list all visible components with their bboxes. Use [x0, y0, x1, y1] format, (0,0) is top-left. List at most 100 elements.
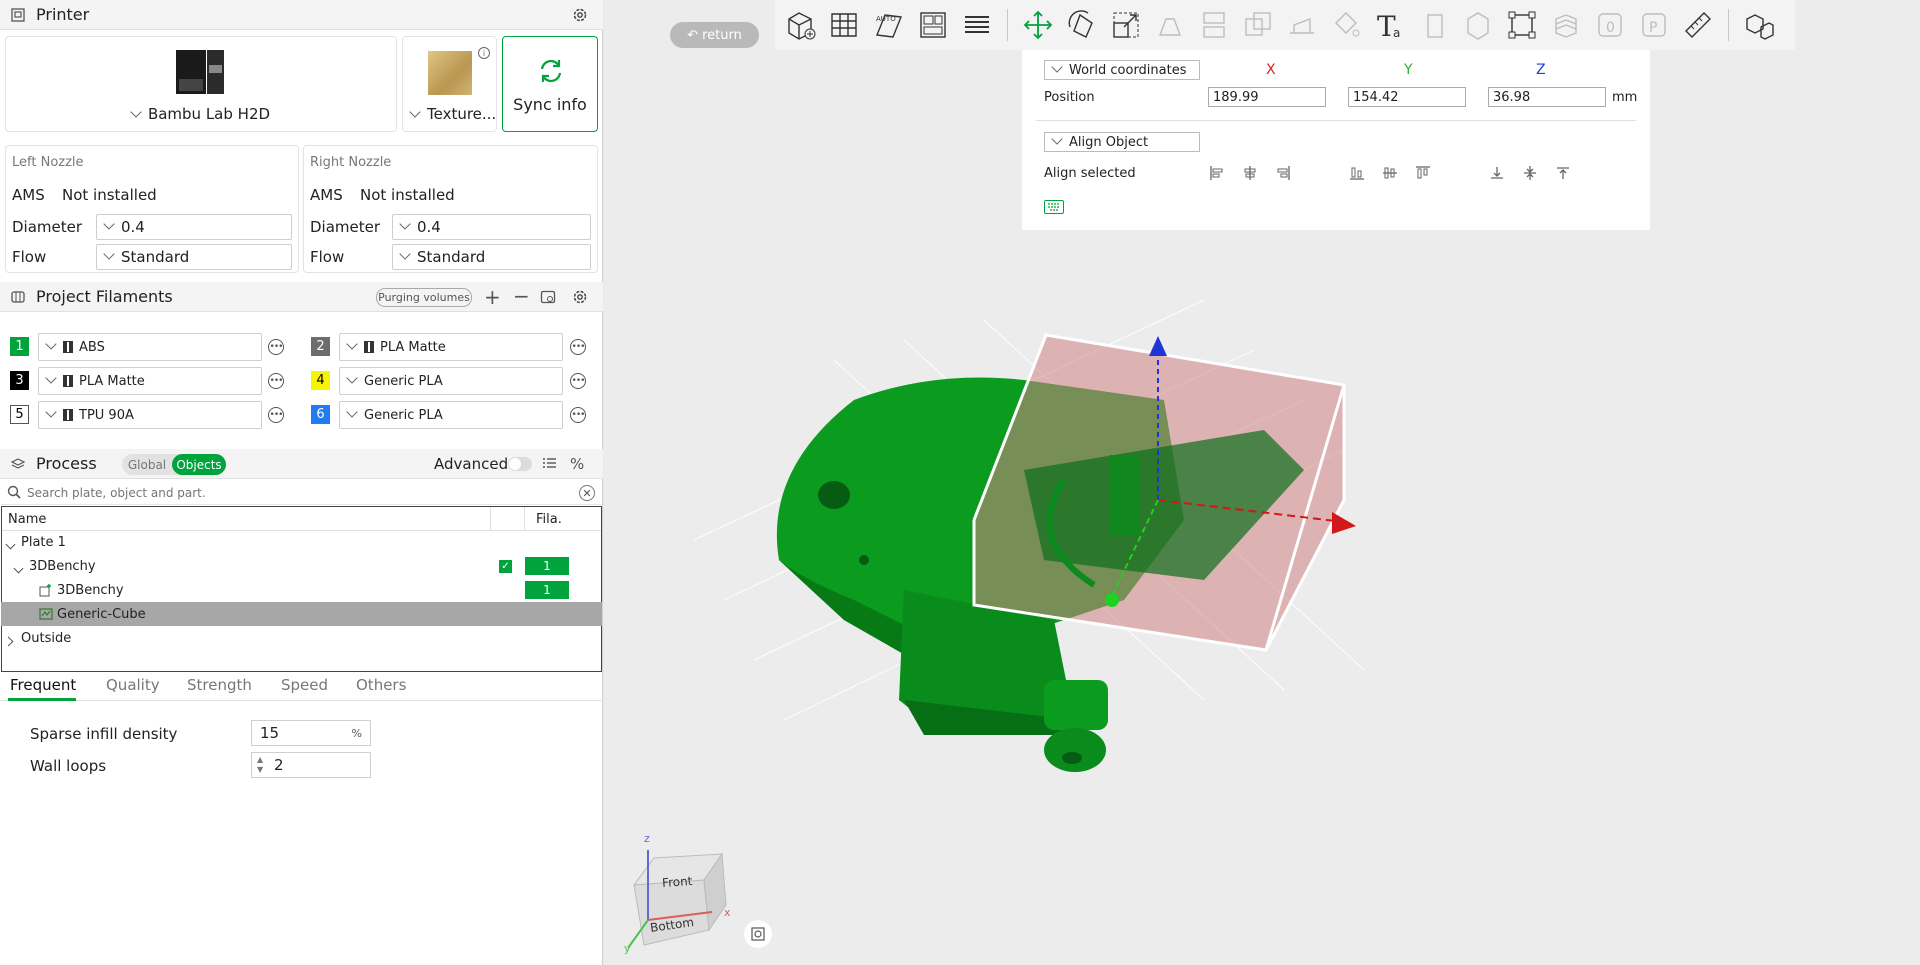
align-mode-dropdown[interactable]: Align Object: [1044, 132, 1200, 152]
tree-row-plate[interactable]: Plate 1: [1, 530, 602, 554]
tab-strength[interactable]: Strength: [187, 676, 252, 694]
filament-6-dropdown[interactable]: Generic PLA: [339, 401, 563, 429]
align-center-y-icon[interactable]: [1381, 164, 1399, 182]
filament-5-badge[interactable]: 5: [10, 405, 29, 424]
align-center-h-icon[interactable]: [1241, 164, 1259, 182]
add-object-icon[interactable]: [781, 5, 821, 45]
object-visible-checkbox[interactable]: ✓: [499, 560, 512, 573]
compare-icon[interactable]: %: [570, 455, 584, 473]
printer-settings-gear-icon[interactable]: [571, 6, 589, 24]
list-icon[interactable]: [542, 455, 558, 475]
position-z-input[interactable]: 36.98: [1488, 87, 1606, 107]
left-flow-dropdown[interactable]: Standard: [96, 244, 292, 270]
right-diameter-dropdown[interactable]: 0.4: [392, 214, 591, 240]
tab-frequent[interactable]: Frequent: [10, 676, 76, 694]
plate-settings-icon[interactable]: P: [1634, 5, 1674, 45]
tab-quality[interactable]: Quality: [106, 676, 160, 694]
filament-6-badge[interactable]: 6: [311, 405, 330, 424]
z-axis-arrow[interactable]: [1149, 336, 1167, 356]
scale-tool-icon[interactable]: [1106, 5, 1146, 45]
align-z-top-icon[interactable]: [1554, 164, 1572, 182]
view-fit-icon[interactable]: [744, 920, 772, 948]
filament-5-more-icon[interactable]: •••: [268, 407, 284, 423]
align-top-y-icon[interactable]: [1414, 164, 1432, 182]
filament-4-more-icon[interactable]: •••: [570, 373, 586, 389]
tree-row-part[interactable]: 3DBenchy 1: [1, 578, 602, 602]
sync-info-button[interactable]: Sync info: [502, 36, 598, 132]
move-tool-icon[interactable]: [1018, 5, 1058, 45]
variable-layer-icon[interactable]: [1546, 5, 1586, 45]
purging-volumes-button[interactable]: Purging volumes: [376, 288, 472, 307]
left-diameter-dropdown[interactable]: 0.4: [96, 214, 292, 240]
advanced-toggle[interactable]: [508, 457, 532, 471]
y-axis-handle[interactable]: [1105, 593, 1119, 607]
filament-6-more-icon[interactable]: •••: [570, 407, 586, 423]
filament-3-dropdown[interactable]: PLA Matte: [38, 367, 262, 395]
filament-4-dropdown[interactable]: Generic PLA: [339, 367, 563, 395]
support-paint-icon[interactable]: [1282, 5, 1322, 45]
text-tool-icon[interactable]: Ta: [1370, 5, 1410, 45]
coordinate-system-dropdown[interactable]: World coordinates: [1044, 60, 1200, 80]
position-y-input[interactable]: 154.42: [1348, 87, 1466, 107]
plate-type-card[interactable]: i Texture...: [402, 36, 497, 132]
object-search-input[interactable]: [27, 484, 567, 502]
sparse-infill-input[interactable]: 15 %: [251, 720, 371, 746]
tab-others[interactable]: Others: [356, 676, 406, 694]
object-search-bar[interactable]: ✕: [1, 481, 602, 505]
filament-1-more-icon[interactable]: •••: [268, 339, 284, 355]
align-bottom-y-icon[interactable]: [1348, 164, 1366, 182]
global-objects-toggle[interactable]: Global Objects: [122, 454, 226, 475]
add-filament-icon[interactable]: +: [484, 285, 501, 309]
add-plate-icon[interactable]: [825, 5, 865, 45]
color-paint-icon[interactable]: [1326, 5, 1366, 45]
filament-2-badge[interactable]: 2: [311, 337, 330, 356]
assembly-icon[interactable]: [1458, 5, 1498, 45]
filament-5-dropdown[interactable]: TPU 90A: [38, 401, 262, 429]
info-icon[interactable]: i: [478, 47, 490, 59]
seam-paint-icon[interactable]: [1414, 5, 1454, 45]
filament-4-badge[interactable]: 4: [311, 371, 330, 390]
boolean-icon[interactable]: [1238, 5, 1278, 45]
filament-settings-gear-icon[interactable]: [571, 288, 589, 306]
tree-row-modifier-selected[interactable]: Generic-Cube: [1, 602, 602, 626]
wall-loops-stepper[interactable]: ▲ ▼ 2: [251, 752, 371, 778]
brim-ears-icon[interactable]: 0: [1590, 5, 1630, 45]
view-cube-front-label[interactable]: Front: [662, 874, 693, 890]
return-button[interactable]: ↶ return: [670, 22, 759, 48]
cut-tool-icon[interactable]: [1194, 5, 1234, 45]
tab-speed[interactable]: Speed: [281, 676, 328, 694]
layers-view-icon[interactable]: [957, 5, 997, 45]
filament-1-badge[interactable]: 1: [10, 337, 29, 356]
bounding-box-icon[interactable]: [1502, 5, 1542, 45]
split-objects-icon[interactable]: [1739, 5, 1779, 45]
filament-2-more-icon[interactable]: •••: [570, 339, 586, 355]
filament-sync-icon[interactable]: [540, 289, 556, 309]
position-x-input[interactable]: 189.99: [1208, 87, 1326, 107]
keyboard-shortcut-icon[interactable]: [1044, 200, 1064, 214]
toggle-objects[interactable]: Objects: [172, 454, 226, 475]
toggle-global[interactable]: Global: [122, 454, 172, 475]
align-right-icon[interactable]: [1274, 164, 1292, 182]
filament-2-dropdown[interactable]: PLA Matte: [339, 333, 563, 361]
measure-icon[interactable]: [1678, 5, 1718, 45]
clear-search-icon[interactable]: ✕: [579, 485, 595, 501]
printer-select-card[interactable]: Bambu Lab H2D: [5, 36, 397, 132]
align-z-bottom-icon[interactable]: [1488, 164, 1506, 182]
auto-orient-icon[interactable]: AUTO: [869, 5, 909, 45]
right-flow-dropdown[interactable]: Standard: [392, 244, 591, 270]
arrange-icon[interactable]: [913, 5, 953, 45]
filament-3-more-icon[interactable]: •••: [268, 373, 284, 389]
x-axis-arrow[interactable]: [1332, 512, 1356, 534]
object-filament-badge[interactable]: 1: [525, 557, 569, 575]
filament-1-dropdown[interactable]: ABS: [38, 333, 262, 361]
tree-row-outside[interactable]: Outside: [1, 626, 602, 650]
align-left-icon[interactable]: [1208, 164, 1226, 182]
filament-3-badge[interactable]: 3: [10, 371, 29, 390]
part-filament-badge[interactable]: 1: [525, 581, 569, 599]
tree-row-object[interactable]: 3DBenchy ✓ 1: [1, 554, 602, 578]
align-z-center-icon[interactable]: [1521, 164, 1539, 182]
remove-filament-icon[interactable]: −: [513, 284, 530, 308]
view-cube[interactable]: [627, 850, 727, 949]
lay-on-face-icon[interactable]: [1150, 5, 1190, 45]
rotate-tool-icon[interactable]: [1062, 5, 1102, 45]
